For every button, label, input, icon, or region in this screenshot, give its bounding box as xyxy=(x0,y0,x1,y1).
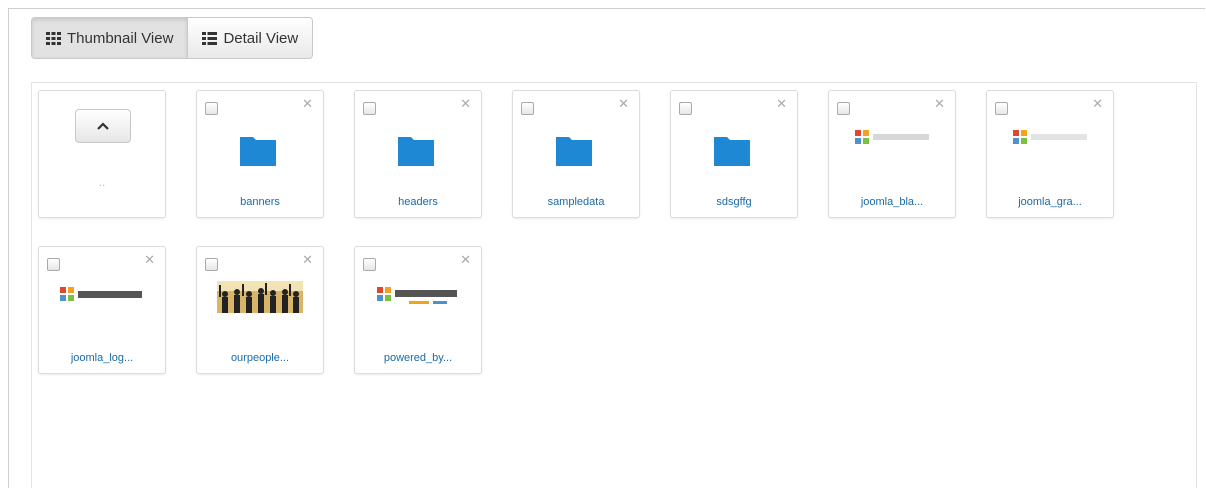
folder-icon xyxy=(714,137,750,166)
folder-item[interactable]: ✕ headers xyxy=(354,90,482,218)
delete-icon[interactable]: ✕ xyxy=(144,253,155,267)
folder-icon xyxy=(240,137,276,166)
select-checkbox[interactable] xyxy=(837,102,850,115)
image-item[interactable]: ✕ powered_by... xyxy=(354,246,482,374)
item-name[interactable]: sdsgffg xyxy=(671,196,797,208)
image-thumbnail xyxy=(39,281,165,307)
item-name[interactable]: joomla_bla... xyxy=(829,196,955,208)
delete-icon[interactable]: ✕ xyxy=(302,97,313,111)
image-item[interactable]: ✕ joomla_bla... xyxy=(828,90,956,218)
select-checkbox[interactable] xyxy=(521,102,534,115)
list-icon xyxy=(202,31,218,45)
item-name[interactable]: joomla_gra... xyxy=(987,196,1113,208)
thumbnail-view-label: Thumbnail View xyxy=(67,29,174,47)
parent-folder-item[interactable]: .. xyxy=(38,90,166,218)
image-thumbnail xyxy=(987,125,1113,151)
folder-icon xyxy=(556,137,592,166)
delete-icon[interactable]: ✕ xyxy=(934,97,945,111)
up-button[interactable] xyxy=(75,109,131,143)
select-checkbox[interactable] xyxy=(205,258,218,271)
parent-folder-label: .. xyxy=(98,175,106,189)
item-name[interactable]: joomla_log... xyxy=(39,352,165,364)
view-toggle: Thumbnail View Detail View xyxy=(31,17,314,59)
people-silhouettes-image xyxy=(217,281,303,313)
image-item[interactable]: ✕ ourpeople... xyxy=(196,246,324,374)
delete-icon[interactable]: ✕ xyxy=(776,97,787,111)
item-name[interactable]: banners xyxy=(197,196,323,208)
media-manager-panel: .. ✕ banners ✕ headers ✕ sampledata ✕ sd… xyxy=(31,82,1197,488)
chevron-up-icon xyxy=(97,122,109,130)
image-thumbnail xyxy=(355,281,481,311)
folder-item[interactable]: ✕ sampledata xyxy=(512,90,640,218)
grid-icon xyxy=(46,31,61,45)
select-checkbox[interactable] xyxy=(995,102,1008,115)
image-item[interactable]: ✕ joomla_log... xyxy=(38,246,166,374)
select-checkbox[interactable] xyxy=(205,102,218,115)
delete-icon[interactable]: ✕ xyxy=(302,253,313,267)
joomla-logo-image xyxy=(60,287,142,301)
item-name[interactable]: headers xyxy=(355,196,481,208)
joomla-logo-image xyxy=(855,130,929,144)
item-name[interactable]: ourpeople... xyxy=(197,352,323,364)
joomla-logo-image xyxy=(1013,130,1087,144)
delete-icon[interactable]: ✕ xyxy=(618,97,629,111)
item-name[interactable]: sampledata xyxy=(513,196,639,208)
image-item[interactable]: ✕ joomla_gra... xyxy=(986,90,1114,218)
select-checkbox[interactable] xyxy=(679,102,692,115)
joomla-logo-image xyxy=(377,287,457,304)
delete-icon[interactable]: ✕ xyxy=(460,97,471,111)
folder-item[interactable]: ✕ sdsgffg xyxy=(670,90,798,218)
select-checkbox[interactable] xyxy=(363,102,376,115)
thumbnail-view-button[interactable]: Thumbnail View xyxy=(32,18,188,58)
delete-icon[interactable]: ✕ xyxy=(1092,97,1103,111)
select-checkbox[interactable] xyxy=(363,258,376,271)
folder-item[interactable]: ✕ banners xyxy=(196,90,324,218)
folder-icon xyxy=(398,137,434,166)
detail-view-button[interactable]: Detail View xyxy=(187,18,313,58)
delete-icon[interactable]: ✕ xyxy=(460,253,471,267)
item-name[interactable]: powered_by... xyxy=(355,352,481,364)
image-thumbnail xyxy=(197,281,323,313)
detail-view-label: Detail View xyxy=(223,29,299,47)
select-checkbox[interactable] xyxy=(47,258,60,271)
image-thumbnail xyxy=(829,125,955,151)
